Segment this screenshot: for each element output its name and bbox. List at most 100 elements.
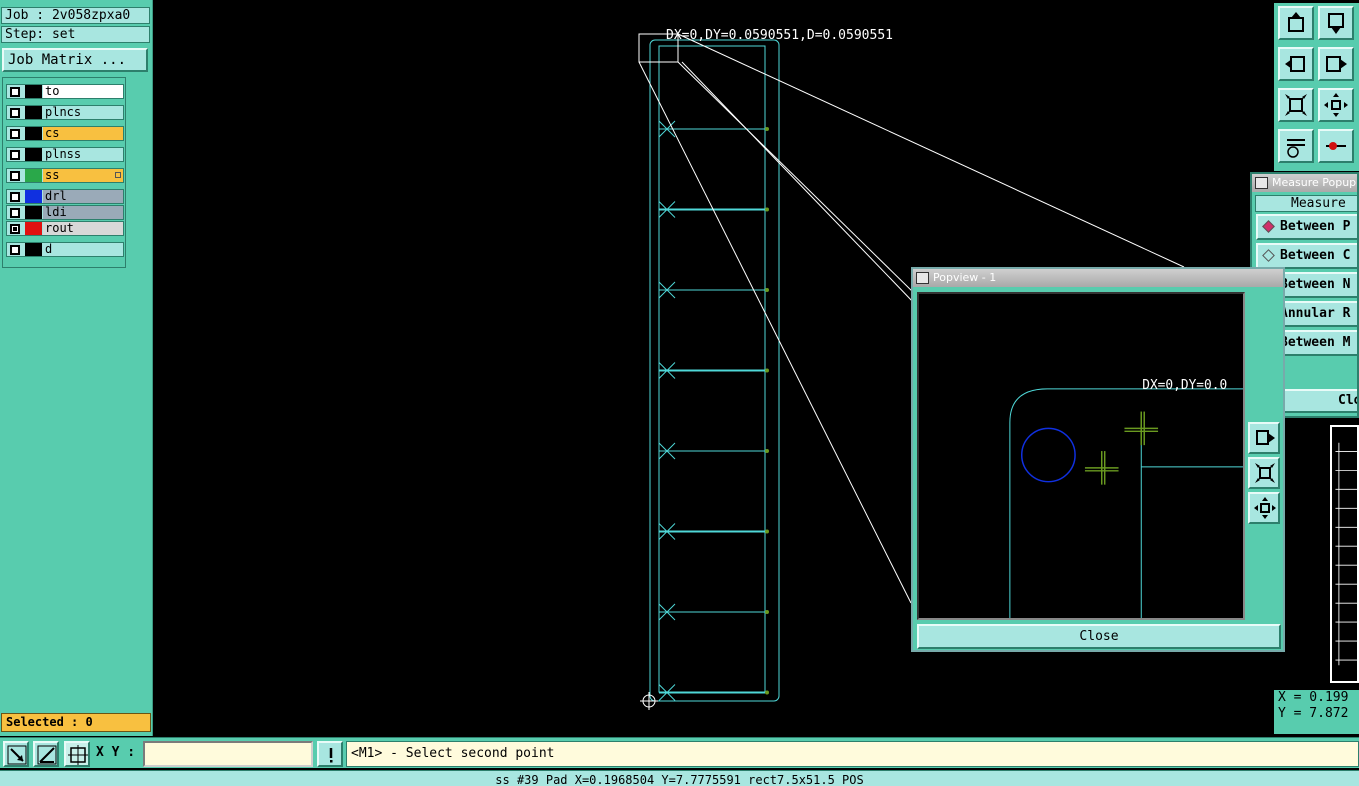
pan-left-icon (1285, 56, 1305, 72)
radio-diamond-icon (1262, 249, 1275, 262)
prompt-message: <M1> - Select second point (346, 741, 1359, 767)
pan-right-icon (1326, 56, 1347, 72)
zoom-out-button[interactable] (1318, 88, 1354, 122)
layer-checkbox[interactable] (10, 208, 20, 218)
zoom-out-icon (1254, 497, 1276, 519)
pan-down-button[interactable] (1318, 6, 1354, 40)
cursor-coordinates: X = 0.199 Y = 7.872 (1274, 690, 1359, 734)
pan-up-button[interactable] (1278, 6, 1314, 40)
layer-color-swatch[interactable] (25, 222, 42, 235)
coord-y: Y = 7.872 (1278, 706, 1349, 721)
layer-name[interactable]: rout (43, 222, 123, 235)
measure-option-1[interactable]: Between P (1256, 214, 1357, 240)
snap-off-button[interactable] (3, 741, 29, 767)
xy-label: X Y : (96, 745, 136, 760)
left-panel: Job : 2v058zpxa0 Step: set Job Matrix ..… (0, 0, 153, 736)
xy-input[interactable] (143, 741, 313, 767)
layer-color-swatch[interactable] (25, 106, 42, 119)
layer-checkbox[interactable] (10, 129, 20, 139)
layer-name[interactable]: plncs (43, 106, 123, 119)
pan-right-icon (1256, 430, 1275, 445)
popview-close-button[interactable]: Close (917, 624, 1281, 649)
layer-row-d[interactable]: d (6, 242, 124, 257)
layer-checkbox[interactable] (10, 171, 20, 181)
pad-cross-1 (1084, 451, 1119, 485)
layer-row-plncs[interactable]: plncs (6, 105, 124, 120)
exclaim-button[interactable] (317, 741, 343, 767)
zoom-out-icon (1324, 93, 1348, 117)
layer-color-swatch[interactable] (25, 206, 42, 219)
layer-color-swatch[interactable] (25, 148, 42, 161)
measure-option-label: Annular R (1280, 306, 1351, 321)
layer-checkbox[interactable] (10, 245, 20, 255)
snap-grid-button[interactable] (64, 741, 90, 767)
popview-pan-right-button[interactable] (1248, 422, 1280, 454)
layer-name[interactable]: ss (43, 169, 123, 182)
pan-up-icon (1288, 12, 1304, 32)
layer-name[interactable]: ldi (43, 206, 123, 219)
grid-snap-icon (68, 745, 88, 765)
layer-checkbox[interactable] (10, 224, 20, 234)
popview-title: Popview - 1 (933, 271, 997, 284)
layer-color-swatch[interactable] (25, 127, 42, 140)
angle-icon (37, 745, 57, 765)
measure-option-label: Between N (1280, 277, 1351, 292)
measure-popup-title: Measure Popup (1272, 176, 1357, 189)
partial-view-strip (1330, 425, 1359, 683)
layer-color-swatch[interactable] (25, 190, 42, 203)
diagonal-arrow-icon (7, 745, 27, 765)
zoom-in-icon (1285, 94, 1307, 116)
snap-button[interactable] (1318, 129, 1354, 163)
popview-canvas[interactable]: DX=0,DY=0.0 (917, 292, 1245, 620)
exclamation-icon (329, 748, 333, 763)
pan-right-button[interactable] (1318, 47, 1354, 81)
layer-name[interactable]: cs (43, 127, 123, 140)
measure-option-label: Between P (1280, 219, 1351, 234)
layer-row-plnss[interactable]: plnss (6, 147, 124, 162)
job-matrix-button[interactable]: Job Matrix ... (2, 48, 148, 72)
layer-checkbox[interactable] (10, 87, 20, 97)
layer-checkbox[interactable] (10, 192, 20, 202)
settings-button[interactable] (1278, 129, 1314, 163)
zoom-in-icon (1255, 463, 1275, 483)
window-menu-icon[interactable] (1255, 177, 1268, 189)
layer-work-icon (115, 172, 121, 178)
layer-name[interactable]: drl (43, 190, 123, 203)
measure-option-label: Between C (1280, 248, 1351, 263)
step-name: Step: set (1, 26, 150, 43)
pan-left-button[interactable] (1278, 47, 1314, 81)
layer-row-to[interactable]: to (6, 84, 124, 99)
popview-readout: DX=0,DY=0.0 (1142, 378, 1227, 393)
layer-name[interactable]: d (43, 243, 123, 256)
status-line: ss #39 Pad X=0.1968504 Y=7.7775591 rect7… (0, 770, 1359, 786)
layer-checkbox[interactable] (10, 108, 20, 118)
layer-list: to plncs cs plnss ss drl ldi rout d (2, 77, 126, 268)
view-toolbar (1274, 3, 1359, 171)
inner-outline (658, 45, 766, 693)
measure-readout: DX=0,DY=0.0590551,D=0.0590551 (666, 28, 893, 43)
layer-row-ldi[interactable]: ldi (6, 205, 124, 220)
pad-cross-2 (1124, 411, 1159, 446)
command-bar: X Y : <M1> - Select second point (0, 737, 1359, 768)
popview-zoom-out-button[interactable] (1248, 492, 1280, 524)
zoom-in-button[interactable] (1278, 88, 1314, 122)
layer-name[interactable]: to (43, 85, 123, 98)
popview-zoom-in-button[interactable] (1248, 457, 1280, 489)
layer-checkbox[interactable] (10, 150, 20, 160)
snap-angle-button[interactable] (33, 741, 59, 767)
window-menu-icon[interactable] (916, 272, 929, 284)
popview-window: Popview - 1 DX=0,DY=0.0 Close (911, 267, 1285, 652)
layer-color-swatch[interactable] (25, 169, 42, 182)
layer-row-rout[interactable]: rout (6, 221, 124, 236)
measure-option-2[interactable]: Between C (1256, 243, 1357, 269)
pan-down-icon (1328, 13, 1344, 34)
layer-color-swatch[interactable] (25, 243, 42, 256)
layer-row-ss[interactable]: ss (6, 168, 124, 183)
layer-row-drl[interactable]: drl (6, 189, 124, 204)
measure-popup-titlebar[interactable]: Measure Popup (1252, 174, 1357, 192)
job-name: Job : 2v058zpxa0 (1, 7, 150, 24)
popview-titlebar[interactable]: Popview - 1 (913, 269, 1283, 287)
layer-color-swatch[interactable] (25, 85, 42, 98)
layer-name[interactable]: plnss (43, 148, 123, 161)
layer-row-cs[interactable]: cs (6, 126, 124, 141)
